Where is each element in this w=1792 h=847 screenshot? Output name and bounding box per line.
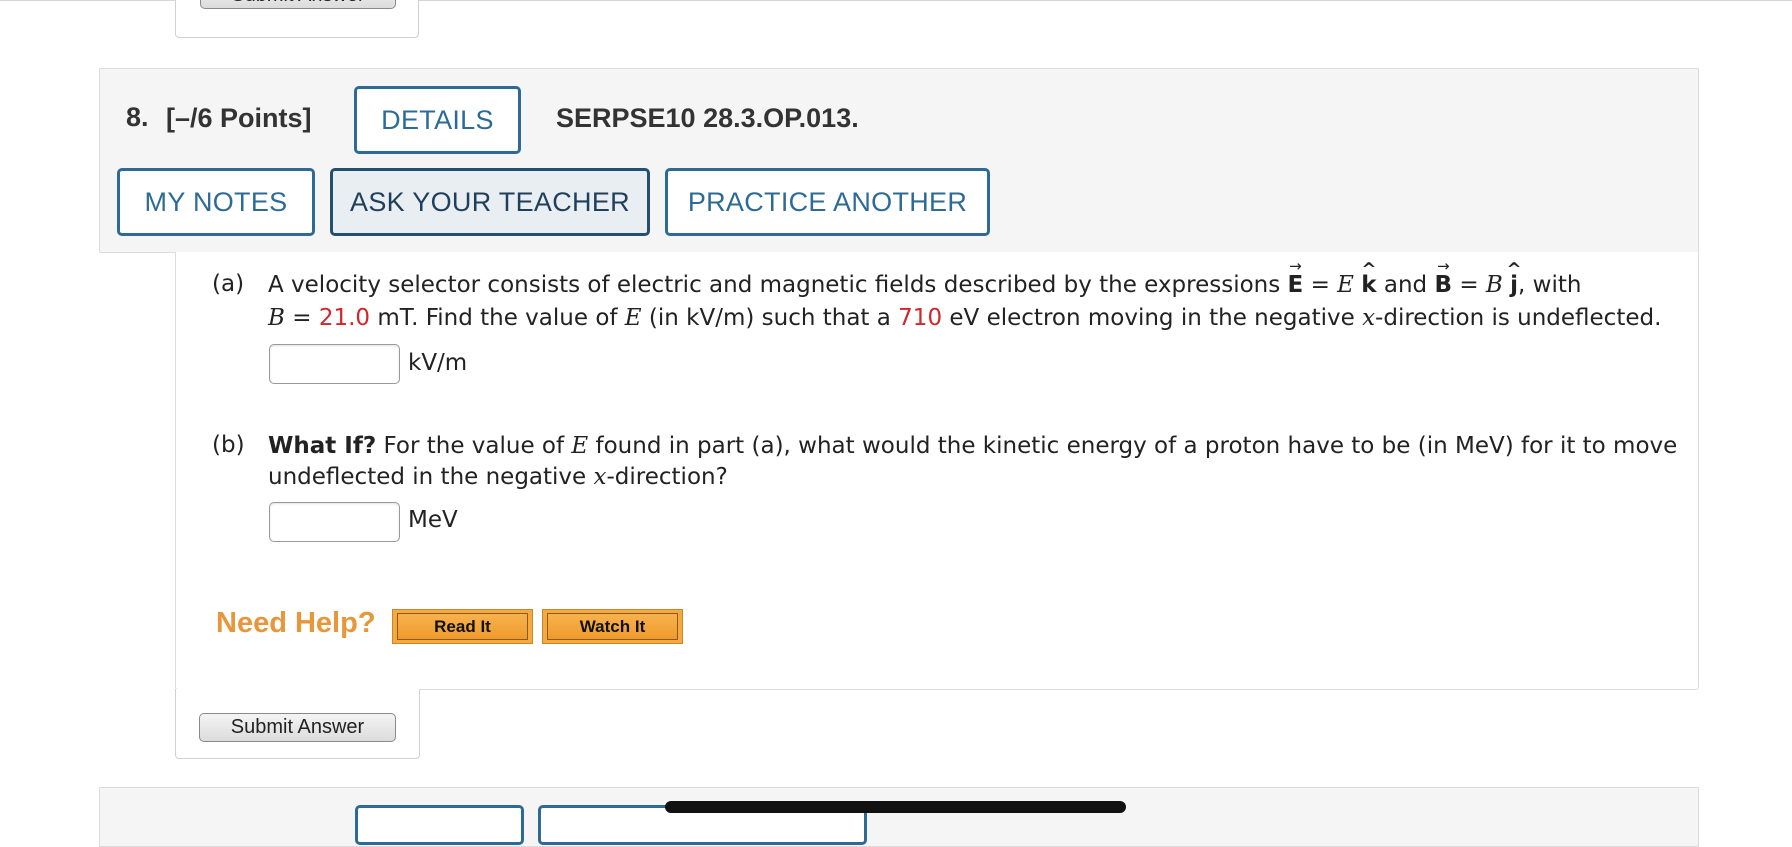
part-b-text: found in part (a), what would the kineti… bbox=[588, 433, 1678, 459]
practice-another-button[interactable]: PRACTICE ANOTHER bbox=[665, 168, 990, 236]
part-a-label: (a) bbox=[212, 271, 245, 297]
e-magnitude: E bbox=[1337, 272, 1354, 298]
equals-sign: = bbox=[284, 305, 319, 331]
part-b-answer-input[interactable] bbox=[269, 502, 400, 542]
x-variable: x bbox=[1362, 305, 1376, 331]
read-it-label: Read It bbox=[397, 613, 528, 640]
b-variable: B bbox=[268, 305, 285, 331]
my-notes-button[interactable]: MY NOTES bbox=[117, 168, 315, 236]
part-b-line-2: undeflected in the negative x-direction? bbox=[268, 461, 728, 494]
part-b-text: For the value of bbox=[376, 433, 572, 459]
part-a-text: -direction is undeflected. bbox=[1375, 305, 1662, 331]
e-variable: E bbox=[624, 305, 642, 331]
previous-submit-tab: Submit Answer bbox=[175, 0, 419, 38]
question-points: [–/6 Points] bbox=[166, 103, 312, 133]
question-code: SERPSE10 28.3.OP.013. bbox=[556, 103, 859, 133]
read-it-button[interactable]: Read It bbox=[392, 609, 533, 644]
part-b-unit: MeV bbox=[408, 507, 458, 533]
e-variable: E bbox=[571, 433, 589, 459]
electron-energy-value: 710 bbox=[898, 305, 943, 331]
part-a-text: (in kV/m) such that a bbox=[641, 305, 899, 331]
watch-it-label: Watch It bbox=[547, 613, 678, 640]
previous-submit-answer-button[interactable]: Submit Answer bbox=[200, 0, 396, 9]
part-b-text: undeflected in the negative bbox=[268, 464, 594, 490]
part-a-answer-input[interactable] bbox=[269, 344, 400, 384]
j-hat-symbol: j bbox=[1510, 269, 1518, 302]
watch-it-button[interactable]: Watch It bbox=[542, 609, 683, 644]
what-if-label: What If? bbox=[268, 433, 377, 459]
submit-answer-button[interactable]: Submit Answer bbox=[199, 713, 396, 742]
equals-sign: = bbox=[1303, 272, 1338, 298]
part-a-line-1: A velocity selector consists of electric… bbox=[268, 269, 1581, 302]
equals-sign: = bbox=[1452, 272, 1486, 298]
part-b-label: (b) bbox=[212, 432, 245, 458]
part-a-line-2: B = 21.0 mT. Find the value of E (in kV/… bbox=[268, 302, 1661, 335]
b-field-value: 21.0 bbox=[318, 305, 371, 331]
need-help-label: Need Help? bbox=[216, 607, 376, 639]
part-a-text: A velocity selector consists of electric… bbox=[268, 272, 1288, 298]
part-b-line-1: What If? For the value of E found in par… bbox=[268, 430, 1677, 463]
part-a-unit: kV/m bbox=[408, 350, 468, 376]
and-text: and bbox=[1376, 272, 1435, 298]
home-indicator bbox=[665, 801, 1126, 813]
ask-your-teacher-button[interactable]: ASK YOUR TEACHER bbox=[330, 168, 650, 236]
k-hat-symbol: k bbox=[1361, 269, 1376, 302]
next-question-header bbox=[99, 787, 1699, 847]
part-a-text: eV electron moving in the negative bbox=[942, 305, 1363, 331]
part-b-text: -direction? bbox=[606, 464, 728, 490]
question-number: 8. bbox=[126, 102, 149, 132]
details-button[interactable]: DETAILS bbox=[354, 86, 521, 154]
part-a-text: mT. Find the value of bbox=[370, 305, 625, 331]
b-magnitude: B bbox=[1485, 272, 1503, 298]
e-vector-symbol: E bbox=[1288, 269, 1304, 302]
part-a-tail: , with bbox=[1518, 272, 1582, 298]
b-vector-symbol: B bbox=[1434, 269, 1452, 302]
x-variable: x bbox=[593, 464, 607, 490]
next-details-button[interactable] bbox=[355, 805, 524, 845]
